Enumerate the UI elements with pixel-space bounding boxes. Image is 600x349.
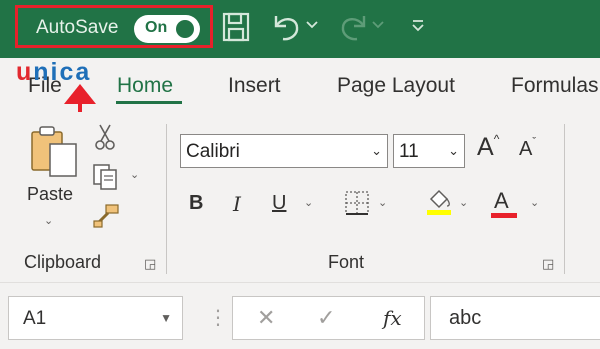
cut-icon[interactable]	[94, 123, 116, 156]
redo-icon	[336, 12, 370, 44]
copy-icon[interactable]	[92, 163, 120, 196]
enter-icon[interactable]: ✓	[317, 305, 335, 331]
toggle-knob	[176, 20, 194, 38]
tab-home[interactable]: Home	[117, 74, 173, 98]
copy-dropdown-icon[interactable]: ⌄	[130, 168, 139, 181]
font-color-swatch	[491, 213, 517, 218]
bold-button[interactable]: B	[189, 192, 203, 215]
borders-icon[interactable]	[344, 190, 370, 221]
name-box[interactable]: A1 ▼	[8, 296, 183, 340]
formula-bar-splitter-icon[interactable]: ⋮	[208, 305, 228, 330]
customize-toolbar-icon[interactable]	[410, 17, 426, 35]
fill-color-icon[interactable]	[425, 187, 453, 222]
font-color-icon: A	[494, 188, 509, 213]
chevron-down-icon[interactable]: ▼	[160, 311, 172, 325]
font-color-dropdown-icon[interactable]: ⌄	[530, 196, 539, 209]
undo-icon[interactable]	[270, 12, 304, 44]
chevron-down-icon: ⌄	[371, 143, 382, 158]
font-group-label: Font	[328, 252, 365, 272]
autosave-label: AutoSave	[36, 17, 119, 38]
autosave-toggle[interactable]: On	[134, 15, 200, 43]
shrink-font-icon: A	[519, 138, 533, 160]
toggle-state: On	[145, 19, 168, 36]
paste-icon[interactable]	[30, 124, 78, 183]
font-name-value: Calibri	[186, 141, 240, 162]
shrink-font-button[interactable]: Aˇ	[519, 136, 536, 161]
borders-dropdown-icon[interactable]: ⌄	[378, 196, 387, 209]
font-size-dropdown[interactable]: 11 ⌄	[393, 134, 465, 168]
italic-button[interactable]: I	[233, 192, 241, 216]
underline-button[interactable]: U	[272, 192, 286, 215]
grow-font-button[interactable]: A^	[477, 132, 499, 162]
font-size-value: 11	[399, 141, 419, 162]
font-launcher-icon[interactable]: ◲	[542, 256, 554, 272]
font-color-button[interactable]: A	[494, 188, 509, 214]
tab-page-layout[interactable]: Page Layout	[337, 74, 455, 98]
chevron-down-icon: ⌄	[448, 143, 459, 158]
cancel-icon[interactable]: ✕	[257, 305, 275, 331]
formula-buttons: ✕ ✓ fx	[232, 296, 425, 340]
grow-font-icon: A	[477, 133, 494, 161]
group-divider	[166, 124, 167, 274]
clipboard-launcher-icon[interactable]: ◲	[144, 256, 156, 272]
fill-color-dropdown-icon[interactable]: ⌄	[459, 196, 468, 209]
underline-dropdown-icon[interactable]: ⌄	[304, 196, 313, 209]
active-tab-indicator	[116, 101, 182, 104]
clipboard-group-label: Clipboard	[24, 252, 102, 272]
paste-dropdown-icon[interactable]: ⌄	[44, 214, 53, 227]
save-icon[interactable]	[222, 12, 250, 42]
undo-dropdown-icon[interactable]	[305, 17, 319, 33]
formula-input[interactable]: abc	[430, 296, 600, 340]
font-name-dropdown[interactable]: Calibri ⌄	[180, 134, 388, 168]
redo-dropdown-icon	[371, 17, 385, 33]
format-painter-icon[interactable]	[92, 203, 120, 234]
name-box-value: A1	[23, 308, 47, 329]
paste-label[interactable]: Paste	[27, 184, 73, 205]
formula-value: abc	[449, 307, 482, 329]
insert-function-button[interactable]: fx	[383, 306, 402, 330]
tab-formulas[interactable]: Formulas	[511, 74, 599, 98]
tab-insert[interactable]: Insert	[228, 74, 281, 98]
logo-letter-u: u	[16, 58, 34, 86]
group-divider	[564, 124, 565, 274]
